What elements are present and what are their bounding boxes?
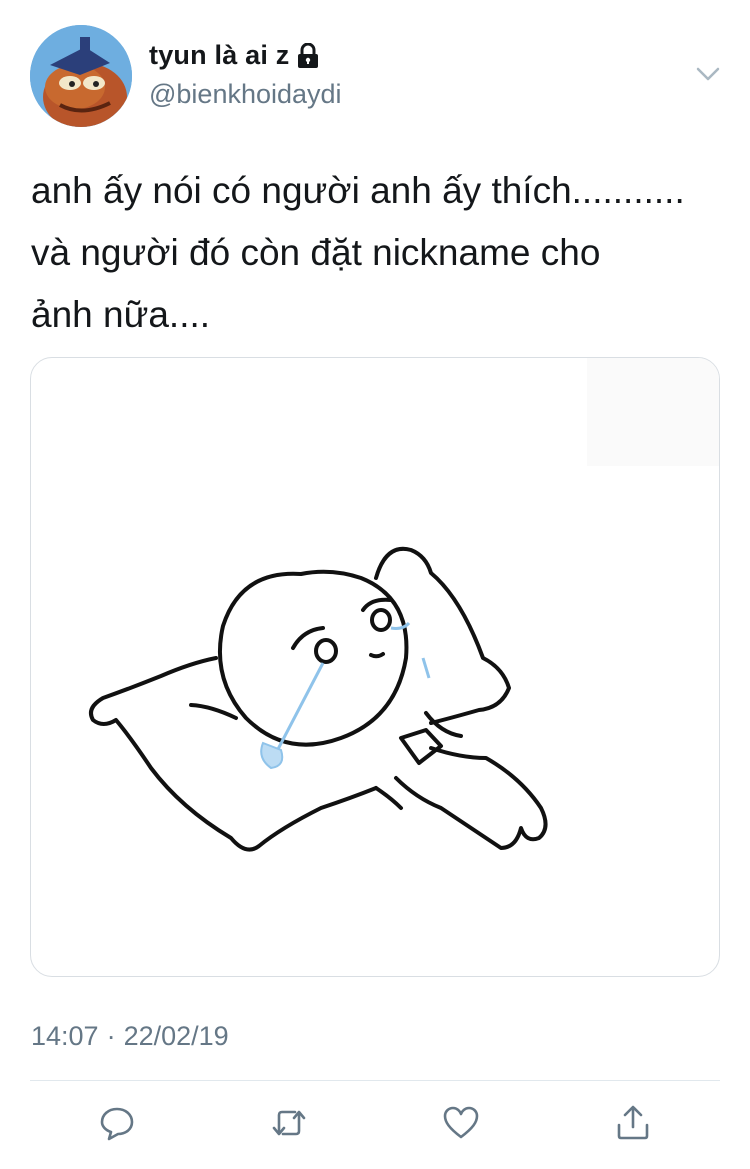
tweet-date: 22/02/19 [123,1021,229,1051]
tweet-timestamp[interactable]: 14:07 · 22/02/19 [31,1021,229,1052]
action-bar [0,1100,750,1150]
share-icon [617,1105,649,1140]
chevron-down-icon[interactable] [694,60,722,88]
speech-bubble-icon [100,1107,134,1141]
crying-cartoon-illustration [89,358,719,852]
divider [30,1080,720,1081]
user-handle[interactable]: @bienkhoidaydi [149,79,342,110]
name-row: tyun là ai z [149,40,319,71]
tweet-media-image[interactable] [30,357,720,977]
timestamp-separator: · [106,1021,116,1051]
heart-icon [443,1106,479,1139]
retweet-icon [272,1110,306,1136]
lock-icon [297,42,319,69]
tweet-time: 14:07 [31,1021,99,1051]
share-button[interactable] [610,1100,656,1146]
like-button[interactable] [438,1100,484,1146]
reply-button[interactable] [94,1100,140,1146]
avatar[interactable] [30,25,132,127]
retweet-button[interactable] [266,1100,312,1146]
display-name[interactable]: tyun là ai z [149,40,289,71]
tweet-text: anh ấy nói có người anh ấy thích........… [31,170,685,335]
